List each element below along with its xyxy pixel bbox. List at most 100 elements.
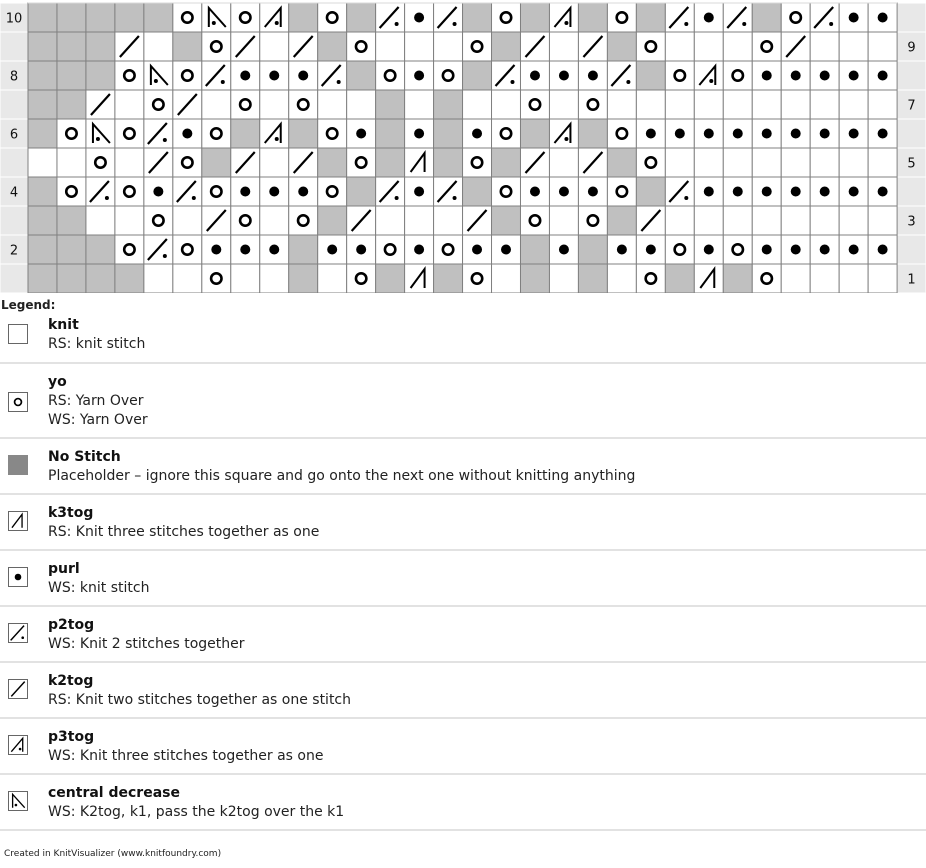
stitch-cell-k2tog xyxy=(519,31,550,62)
stitch-cell-purl xyxy=(635,118,666,149)
purl-mark xyxy=(616,244,627,255)
stitch-cell-purl xyxy=(606,234,637,265)
purl-mark xyxy=(529,186,540,197)
cell-box xyxy=(230,2,261,33)
p3tog-dot xyxy=(274,21,279,25)
purl-mark xyxy=(848,186,859,197)
stitch-cell-yo xyxy=(346,31,377,62)
k3tog-icon xyxy=(8,511,28,531)
purl-mark xyxy=(414,12,425,23)
stitch-cell-ns xyxy=(375,89,406,120)
central-decrease-dot xyxy=(211,21,216,25)
cell-box xyxy=(664,60,695,91)
stitch-cell-ns xyxy=(519,263,550,293)
purl-icon xyxy=(8,567,28,587)
stitch-cell-knit xyxy=(259,147,290,178)
cell-box xyxy=(722,205,753,236)
stitch-cell-ns xyxy=(491,205,521,236)
stitch-cell-knit xyxy=(114,147,145,178)
cell-box xyxy=(519,2,550,33)
row-label-right-cell xyxy=(896,2,926,33)
stitch-cell-knit xyxy=(548,147,579,178)
stitch-cell-ns xyxy=(519,118,550,149)
cell-box xyxy=(317,147,348,178)
cell-box xyxy=(56,60,87,91)
stitch-cell-purl xyxy=(751,234,782,265)
stitch-cell-knit xyxy=(635,89,666,120)
stitch-cell-p3tog xyxy=(693,60,724,91)
stitch-cell-purl xyxy=(346,234,377,265)
stitch-cell-purl xyxy=(288,176,319,207)
stitch-cell-knit xyxy=(606,89,637,120)
cell-box xyxy=(838,147,869,178)
cell-box xyxy=(751,263,782,293)
stitch-cell-knit xyxy=(491,263,521,293)
cell-box xyxy=(577,118,608,149)
cell-box xyxy=(114,234,145,265)
stitch-cell-ns xyxy=(288,234,319,265)
row-number: 7 xyxy=(907,99,915,114)
legend-item-cdec: central decrease WS: K2tog, k1, pass the … xyxy=(0,775,926,831)
p2tog-dot xyxy=(394,196,399,200)
cell-box xyxy=(693,263,724,293)
stitch-cell-yo xyxy=(346,147,377,178)
stitch-cell-yo xyxy=(722,60,753,91)
purl-mark xyxy=(732,128,743,139)
stitch-cell-knit xyxy=(548,263,579,293)
cell-box xyxy=(606,2,637,33)
cell-box xyxy=(433,263,464,293)
stitch-cell-knit xyxy=(27,147,58,178)
cell-box xyxy=(114,118,145,149)
stitch-cell-yo xyxy=(722,234,753,265)
stitch-cell-knit xyxy=(809,31,840,62)
stitch-cell-cdec xyxy=(85,118,116,149)
cell-box xyxy=(27,147,58,178)
cell-box xyxy=(404,205,435,236)
cell-box xyxy=(462,176,493,207)
footer-credit: Created in KnitVisualizer (www.knitfound… xyxy=(4,849,222,859)
stitch-cell-purl xyxy=(867,60,898,91)
legend-title: Legend: xyxy=(1,298,56,312)
stitch-cell-ns xyxy=(462,60,493,91)
stitch-cell-p2tog xyxy=(201,60,232,91)
cell-box xyxy=(85,263,116,293)
stitch-cell-ns xyxy=(606,147,637,178)
central-decrease-dot xyxy=(95,137,100,141)
purl-mark xyxy=(790,70,801,81)
stitch-cell-ns xyxy=(519,2,550,33)
stitch-cell-knit xyxy=(751,205,782,236)
stitch-cell-yo xyxy=(664,234,695,265)
p2tog-dot xyxy=(394,22,399,26)
stitch-cell-purl xyxy=(809,234,840,265)
cell-box xyxy=(577,2,608,33)
cell-box xyxy=(606,205,637,236)
cell-box xyxy=(519,118,550,149)
purl-mark xyxy=(703,186,714,197)
purl-mark xyxy=(819,244,830,255)
cell-box xyxy=(519,89,550,120)
legend-item-description: RS: Knit three stitches together as one xyxy=(48,524,320,540)
p2tog-dot xyxy=(452,22,457,26)
stitch-cell-p2tog xyxy=(491,60,521,91)
cell-box xyxy=(433,205,464,236)
stitch-cell-yo xyxy=(346,263,377,293)
cell-box xyxy=(230,89,261,120)
cell-box xyxy=(751,205,782,236)
cell-box xyxy=(548,31,579,62)
stitch-cell-knit xyxy=(722,205,753,236)
stitch-cell-p2tog xyxy=(375,176,406,207)
stitch-cell-knit xyxy=(404,205,435,236)
stitch-cell-p2tog xyxy=(433,2,464,33)
stitch-cell-purl xyxy=(838,60,869,91)
stitch-cell-ns xyxy=(27,60,58,91)
stitch-cell-knit xyxy=(346,89,377,120)
cell-box xyxy=(780,147,811,178)
stitch-cell-ns xyxy=(606,205,637,236)
stitch-cell-knit xyxy=(693,147,724,178)
legend-item-name: p2tog xyxy=(48,617,95,633)
stitch-cell-knit xyxy=(172,205,203,236)
cell-box xyxy=(317,263,348,293)
stitch-cell-knit xyxy=(548,31,579,62)
stitch-cell-ns xyxy=(433,118,464,149)
chart-row-4: 4 xyxy=(0,176,926,207)
